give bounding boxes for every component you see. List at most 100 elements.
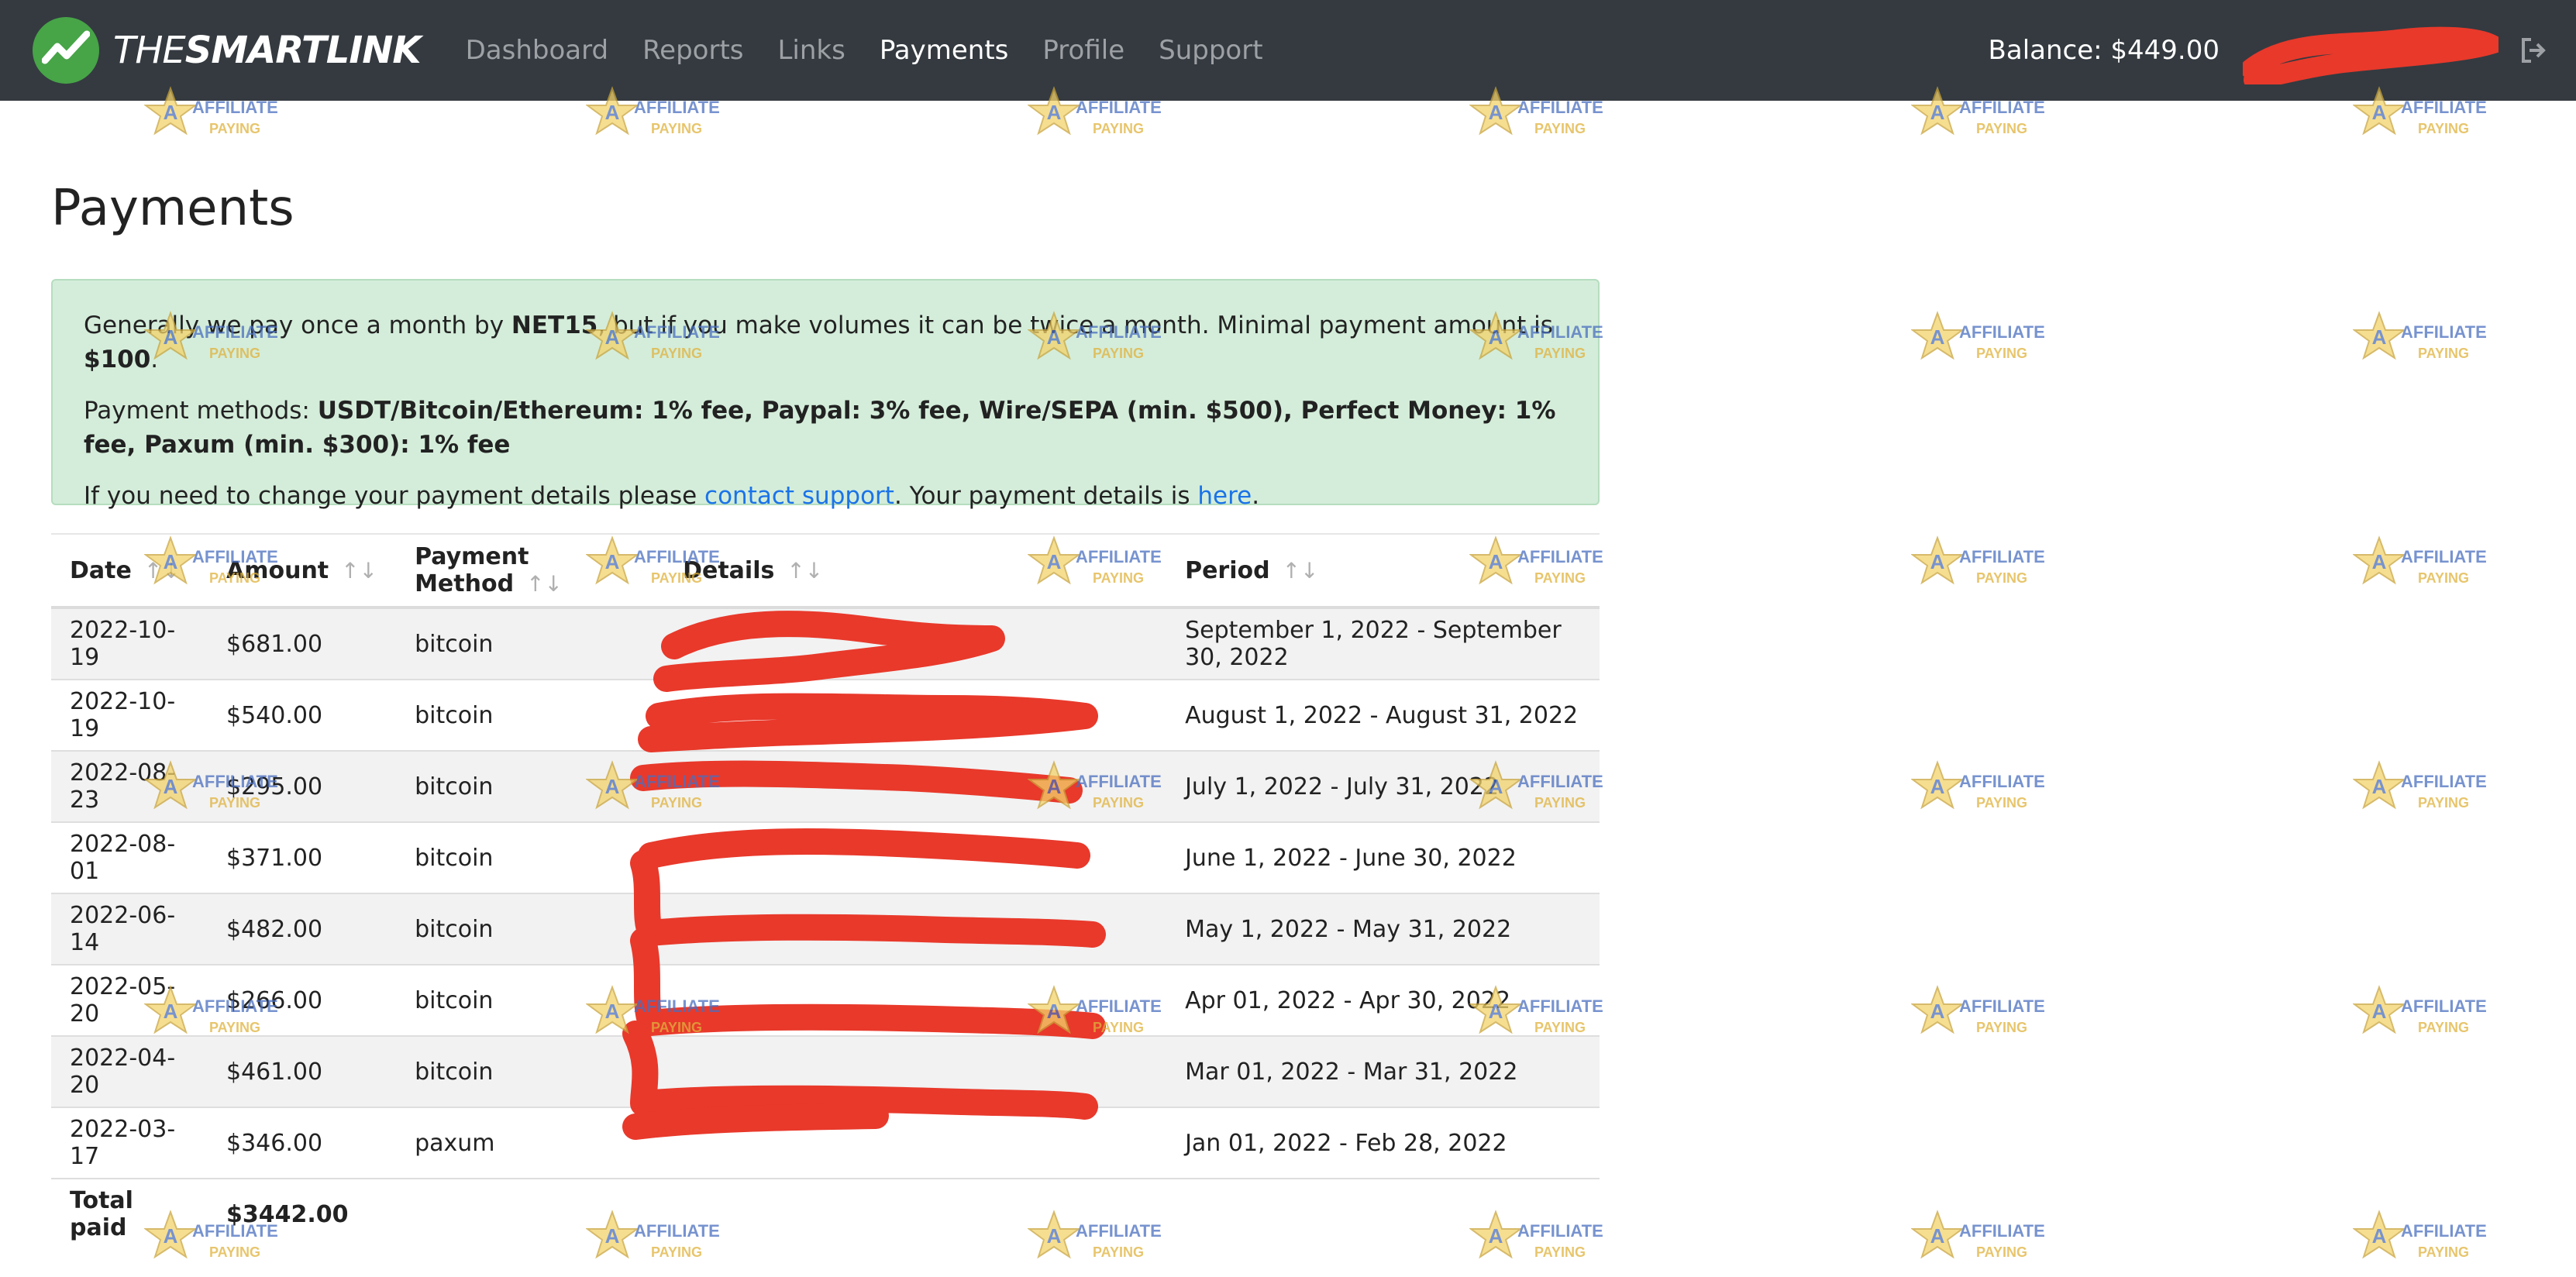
svg-text:A: A (1930, 550, 1945, 573)
affiliate-paying-watermark: A AFFILIATE PAYING (1910, 984, 2066, 1043)
table-header-row: Date ↑↓ Amount ↑↓ Payment Method ↑↓ Details… (51, 533, 1600, 609)
sort-icon[interactable]: ↑↓ (341, 558, 377, 583)
svg-text:A: A (1930, 101, 1945, 124)
svg-text:PAYING: PAYING (1976, 1020, 2027, 1035)
cell-period: June 1, 2022 - June 30, 2022 (1166, 822, 1600, 894)
header-label: Payment Method (415, 543, 529, 597)
cell-method: bitcoin (396, 751, 665, 823)
table-row: 2022-08-23 $295.00 bitcoin July 1, 2022 … (51, 751, 1600, 823)
svg-text:A: A (2372, 101, 2387, 124)
cell-amount: $371.00 (208, 822, 397, 894)
total-value: $3442.00 (226, 1200, 349, 1228)
alert-methods-label: Payment methods: (84, 397, 318, 425)
header-label: Amount (226, 556, 329, 584)
svg-text:PAYING: PAYING (1976, 570, 2027, 586)
svg-text:AFFILIATE: AFFILIATE (2401, 996, 2487, 1016)
cell-period: Mar 01, 2022 - Mar 31, 2022 (1166, 1036, 1600, 1108)
affiliate-paying-watermark: A AFFILIATE PAYING (1910, 1209, 2066, 1268)
alert-text: . Your payment details is (894, 482, 1198, 510)
header-label: Period (1185, 556, 1270, 584)
cell-period: August 1, 2022 - August 31, 2022 (1166, 680, 1600, 752)
alert-text: , but if you make volumes it can be twic… (598, 312, 1553, 339)
header-amount[interactable]: Amount ↑↓ (208, 533, 397, 609)
cell-amount: $346.00 (208, 1107, 397, 1179)
cell-amount: $482.00 (208, 893, 397, 965)
svg-text:A: A (2372, 1000, 2387, 1023)
cell-date: 2022-10-19 (51, 680, 208, 752)
cell-method: paxum (396, 1107, 665, 1179)
svg-text:PAYING: PAYING (2418, 346, 2469, 361)
nav-profile[interactable]: Profile (1025, 35, 1142, 66)
user-menu-redacted[interactable] (2243, 26, 2499, 84)
brand-prefix: THE (113, 29, 186, 72)
top-navbar: THESMARTLINK Dashboard Reports Links Pay… (0, 0, 2576, 101)
affiliate-paying-watermark: A AFFILIATE PAYING (1910, 535, 2066, 594)
contact-support-link[interactable]: contact support (704, 482, 894, 510)
cell-amount: $266.00 (208, 965, 397, 1037)
svg-text:PAYING: PAYING (1534, 121, 1586, 136)
cell-method: bitcoin (396, 965, 665, 1037)
alert-text: . (1252, 482, 1260, 510)
brand-logo[interactable]: THESMARTLINK (33, 17, 422, 84)
nav-links-item[interactable]: Links (760, 35, 862, 66)
page-title: Payments (51, 180, 294, 237)
nav-dashboard[interactable]: Dashboard (449, 35, 625, 66)
cell-method: bitcoin (396, 608, 665, 680)
cell-date: 2022-08-23 (51, 751, 208, 823)
svg-text:A: A (1930, 1000, 1945, 1023)
total-empty (1166, 1179, 1600, 1249)
nav-support[interactable]: Support (1142, 35, 1279, 66)
table-row: 2022-10-19 $540.00 bitcoin August 1, 202… (51, 680, 1600, 752)
header-details[interactable]: Details ↑↓ (664, 533, 1167, 609)
svg-text:PAYING: PAYING (2418, 795, 2469, 811)
checkmark-logo-icon (33, 17, 99, 84)
sort-icon[interactable]: ↑↓ (144, 558, 181, 583)
header-period[interactable]: Period ↑↓ (1166, 533, 1600, 609)
svg-text:AFFILIATE: AFFILIATE (1959, 996, 2045, 1016)
svg-text:A: A (2372, 775, 2387, 798)
svg-text:PAYING: PAYING (2418, 1244, 2469, 1260)
cell-period: Apr 01, 2022 - Apr 30, 2022 (1166, 965, 1600, 1037)
logout-icon[interactable] (2519, 35, 2550, 66)
header-payment-method[interactable]: Payment Method ↑↓ (396, 533, 665, 609)
svg-text:PAYING: PAYING (651, 121, 702, 136)
cell-amount: $681.00 (208, 608, 397, 680)
total-empty (664, 1179, 1166, 1249)
cell-details (664, 751, 1167, 823)
table-row: 2022-04-20 $461.00 bitcoin Mar 01, 2022 … (51, 1036, 1600, 1108)
svg-text:PAYING: PAYING (1976, 121, 2027, 136)
payment-details-link[interactable]: here (1197, 482, 1252, 510)
total-label: Total paid (70, 1187, 133, 1241)
cell-details (664, 893, 1167, 965)
alert-line-schedule: Generally we pay once a month by NET15, … (84, 308, 1567, 377)
svg-text:AFFILIATE: AFFILIATE (2401, 547, 2487, 566)
nav-reports[interactable]: Reports (625, 35, 760, 66)
svg-text:A: A (164, 101, 178, 124)
affiliate-paying-watermark: A AFFILIATE PAYING (1910, 310, 2066, 369)
table-row: 2022-03-17 $346.00 paxum Jan 01, 2022 - … (51, 1107, 1600, 1179)
header-date[interactable]: Date ↑↓ (51, 533, 208, 609)
cell-details (664, 608, 1167, 680)
alert-line-support: If you need to change your payment detai… (84, 479, 1567, 513)
svg-text:PAYING: PAYING (1976, 795, 2027, 811)
cell-method: bitcoin (396, 822, 665, 894)
alert-text: If you need to change your payment detai… (84, 482, 705, 510)
sort-icon[interactable]: ↑↓ (787, 558, 823, 583)
sort-icon[interactable]: ↑↓ (526, 571, 563, 597)
sort-icon[interactable]: ↑↓ (1283, 558, 1319, 583)
nav-links: Dashboard Reports Links Payments Profile… (449, 35, 1280, 66)
svg-text:A: A (1930, 775, 1945, 798)
svg-text:A: A (1489, 101, 1503, 124)
cell-period: September 1, 2022 - September 30, 2022 (1166, 608, 1600, 680)
cell-details (664, 965, 1167, 1037)
nav-payments[interactable]: Payments (863, 35, 1026, 66)
cell-date: 2022-10-19 (51, 608, 208, 680)
cell-amount: $295.00 (208, 751, 397, 823)
affiliate-paying-watermark: A AFFILIATE PAYING (2351, 310, 2508, 369)
header-label: Date (70, 556, 132, 584)
cell-period: Jan 01, 2022 - Feb 28, 2022 (1166, 1107, 1600, 1179)
cell-date: 2022-06-14 (51, 893, 208, 965)
svg-text:A: A (1047, 101, 1062, 124)
svg-text:PAYING: PAYING (209, 121, 260, 136)
affiliate-paying-watermark: A AFFILIATE PAYING (2351, 535, 2508, 594)
